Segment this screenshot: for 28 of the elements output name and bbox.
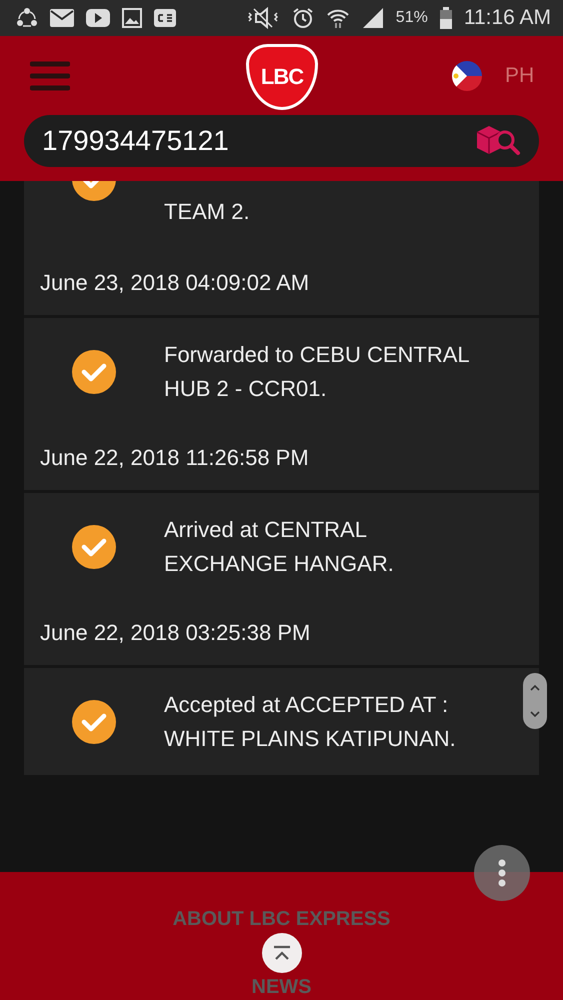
image-icon [122,8,142,28]
alarm-icon [292,7,314,29]
event-status: Accepted at ACCEPTED AT : WHITE PLAINS KATIPUNAN. [164,690,457,752]
play-icon [86,9,110,27]
search-icon[interactable] [475,124,521,158]
signal-icon [362,7,384,29]
wifi-icon [326,7,350,29]
more-icon [498,859,506,887]
share-icon [16,7,38,29]
event-status: TEAM 2. [164,198,250,226]
event-date: June 22, 2018 03:25:38 PM [40,620,310,646]
event-status: Arrived at CENTRAL EXCHANGE HANGAR. [164,516,395,578]
battery-icon [440,7,452,29]
event-date: June 23, 2018 04:09:02 AM [40,270,310,296]
mute-icon [246,7,280,29]
clock-time: 11:16 AM [464,6,551,30]
event-date: June 22, 2018 11:26:58 PM [40,444,309,470]
region-label[interactable]: PH [505,64,535,88]
flag-icon[interactable] [451,60,483,92]
scroll-top-icon [272,945,292,961]
scroll-handle[interactable] [523,673,547,729]
battery-percentage: 51% [396,9,428,27]
app-icon [154,9,176,27]
search-field[interactable]: 179934475121 [24,115,539,167]
mail-icon [50,9,74,27]
logo[interactable]: LBC [246,44,318,110]
scroll-top-button[interactable] [262,933,302,973]
event-status: Forwarded to CEBU CENTRAL HUB 2 - CCR01. [164,340,470,402]
